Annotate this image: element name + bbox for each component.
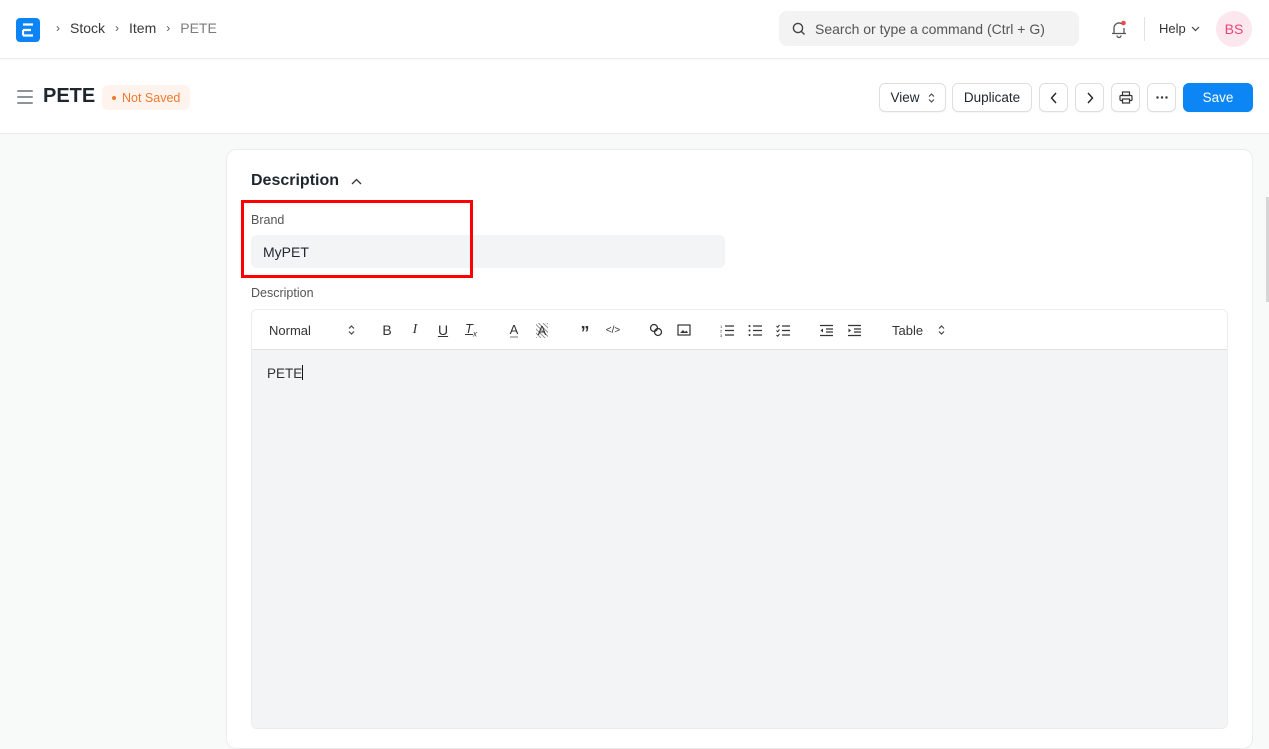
help-dropdown[interactable]: Help <box>1159 21 1200 36</box>
svg-text:3: 3 <box>720 333 723 337</box>
outdent-icon <box>819 324 833 336</box>
description-label: Description <box>251 286 314 300</box>
breadcrumb-item[interactable]: Item <box>129 20 156 36</box>
breadcrumb-current[interactable]: PETE <box>180 20 217 36</box>
checklist-button[interactable] <box>774 320 792 340</box>
link-icon <box>649 323 663 337</box>
indent-button[interactable] <box>845 320 863 340</box>
chevron-down-icon <box>1191 26 1200 31</box>
description-editor: Normal B I U Tx A A ” </> 123 Table PETE <box>251 309 1228 729</box>
select-updown-icon <box>928 92 934 103</box>
breadcrumb-stock[interactable]: Stock <box>70 20 105 36</box>
blockquote-button[interactable]: ” <box>576 320 594 343</box>
image-button[interactable] <box>675 320 693 340</box>
background-color-button[interactable]: A <box>533 320 551 340</box>
chevron-right-icon <box>1086 92 1093 103</box>
page-header: PETE Not Saved View Duplicate Save <box>0 60 1269 134</box>
outdent-button[interactable] <box>817 320 835 340</box>
section-header-description[interactable]: Description <box>251 172 362 190</box>
chevron-right-icon: › <box>56 21 60 35</box>
help-label: Help <box>1159 21 1186 36</box>
top-navbar: › Stock › Item › PETE Search or type a c… <box>0 0 1269 59</box>
description-text: PETE <box>267 366 303 381</box>
highlight-box <box>241 200 473 278</box>
link-button[interactable] <box>647 320 665 340</box>
heading-select[interactable]: Normal <box>269 320 355 340</box>
indent-icon <box>847 324 861 336</box>
more-actions-button[interactable] <box>1147 83 1176 112</box>
ordered-list-button[interactable]: 123 <box>718 320 736 340</box>
checklist-icon <box>775 324 790 337</box>
user-avatar[interactable]: BS <box>1216 11 1252 47</box>
search-placeholder: Search or type a command (Ctrl + G) <box>815 20 1045 37</box>
duplicate-button[interactable]: Duplicate <box>952 83 1032 112</box>
text-caret <box>302 365 304 380</box>
clear-format-icon: Tx <box>465 321 477 339</box>
table-select[interactable]: Table <box>892 320 945 340</box>
description-editor-body[interactable]: PETE <box>252 350 1227 728</box>
save-button[interactable]: Save <box>1183 83 1253 112</box>
code-block-button[interactable]: </> <box>604 320 622 340</box>
chevron-right-icon: › <box>166 21 171 35</box>
table-select-label: Table <box>892 322 924 338</box>
divider <box>1144 17 1145 41</box>
select-updown-icon <box>938 325 945 335</box>
ellipsis-icon <box>1155 96 1168 99</box>
previous-button[interactable] <box>1039 83 1068 112</box>
chevron-right-icon: › <box>115 21 120 35</box>
italic-icon: I <box>412 322 418 337</box>
chevron-left-icon <box>1050 92 1057 103</box>
search-icon <box>792 22 805 35</box>
status-badge: Not Saved <box>102 85 191 110</box>
frappe-logo-icon <box>22 23 33 37</box>
underline-icon: U <box>437 322 449 338</box>
page-title: PETE <box>43 85 96 107</box>
bold-icon: B <box>382 322 392 338</box>
select-updown-icon <box>348 325 355 335</box>
print-button[interactable] <box>1111 83 1140 112</box>
text-color-icon: A <box>509 321 519 338</box>
printer-icon <box>1118 91 1133 104</box>
breadcrumb: › Stock › Item › PETE <box>52 20 217 36</box>
search-bar[interactable]: Search or type a command (Ctrl + G) <box>779 11 1079 46</box>
image-icon <box>677 324 691 336</box>
underline-button[interactable]: U <box>434 320 452 340</box>
next-button[interactable] <box>1075 83 1104 112</box>
chevron-up-icon <box>351 178 362 184</box>
sidebar-toggle-icon[interactable] <box>17 90 33 108</box>
code-icon: </> <box>605 324 621 336</box>
status-text: Not Saved <box>122 90 181 105</box>
bullet-list-button[interactable] <box>746 320 764 340</box>
italic-button[interactable]: I <box>406 320 424 340</box>
clear-format-button[interactable]: Tx <box>462 320 480 340</box>
heading-select-label: Normal <box>269 322 311 338</box>
app-logo[interactable] <box>16 18 40 42</box>
bell-icon <box>1112 20 1126 39</box>
highlight-color-icon: A <box>535 322 549 338</box>
section-title: Description <box>251 172 340 189</box>
bullet-list-icon <box>748 324 762 336</box>
view-label: View <box>890 90 920 105</box>
notifications-button[interactable] <box>1108 18 1130 40</box>
status-dot-icon <box>112 95 116 100</box>
view-button[interactable]: View <box>879 83 946 112</box>
quote-icon: ” <box>580 322 590 343</box>
ordered-list-icon: 123 <box>720 324 734 337</box>
bold-button[interactable]: B <box>378 320 396 340</box>
text-color-button[interactable]: A <box>505 320 523 340</box>
editor-toolbar: Normal B I U Tx A A ” </> 123 Table <box>252 310 1227 350</box>
